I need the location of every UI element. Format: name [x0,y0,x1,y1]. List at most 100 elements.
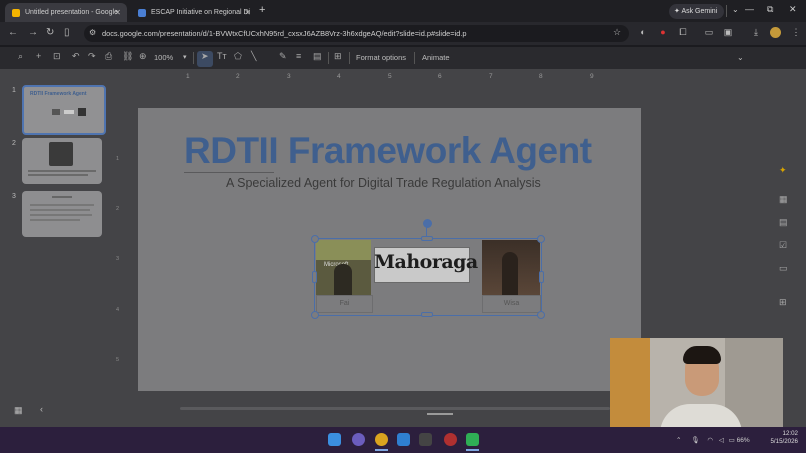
paint-format-icon[interactable]: ⛓ [122,51,133,62]
wifi-icon[interactable]: ◠ [707,437,713,444]
undo-icon[interactable]: ↶ [72,51,80,62]
ruler-number: 3 [116,256,120,262]
active-app-indicator [375,449,388,451]
print-icon[interactable]: ⎙ [105,51,112,62]
keep-icon[interactable]: ▤ [779,217,788,228]
layout-icon[interactable]: ⊡ [53,51,61,62]
slide-title[interactable]: RDTII Framework Agent [184,130,592,172]
tasks-icon[interactable]: ☑ [779,240,787,251]
windows-start-icon[interactable] [328,433,341,446]
bookmark-star-icon[interactable]: ☆ [612,27,622,37]
profile-avatar[interactable] [770,27,781,38]
thumb-text-line [28,174,88,176]
new-slide-icon[interactable]: + [36,51,41,61]
selection-box[interactable] [311,235,545,319]
border-dash-icon[interactable]: ▤ [313,51,322,62]
microphone-icon[interactable]: 🎙 [691,437,699,444]
line-app-icon[interactable] [466,433,479,446]
resize-handle[interactable] [312,271,317,283]
minimize-button[interactable]: — [745,4,754,14]
add-on-icon[interactable]: ⊞ [779,297,787,308]
image-shape-icon[interactable]: ⬠ [234,51,242,62]
ask-gemini-label: Ask Gemini [681,8,718,15]
slide-thumbnail-1[interactable]: RDTII Framework Agent [22,85,106,135]
calendar-icon[interactable]: ▦ [779,194,788,205]
slide-thumbnail-2[interactable] [22,138,102,184]
resize-handle[interactable] [537,235,545,243]
clock-date: 5/15/2026 [770,438,798,445]
site-favicon-icon [138,9,146,17]
animate-button[interactable]: Animate [422,53,450,62]
grid-view-icon[interactable]: ▦ [14,405,23,416]
thumb-title: RDTII Framework Agent [30,91,87,97]
ruler-number: 6 [438,73,442,80]
cast-icon[interactable]: ▭ [704,27,714,37]
format-options-button[interactable]: Format options [356,53,406,62]
system-clock[interactable]: 12:02 5/15/2026 [764,430,798,446]
resize-handle[interactable] [311,235,319,243]
resize-handle[interactable] [539,271,544,283]
terminal-icon[interactable] [419,433,432,446]
back-icon[interactable]: ← [8,27,18,38]
resize-handle[interactable] [421,312,433,317]
webcam-background [610,338,650,436]
side-panel-icon[interactable]: ▯ [64,27,70,38]
restore-button[interactable]: ⧉ [767,4,773,15]
extension-record-icon[interactable]: ● [658,27,668,37]
rotate-handle[interactable] [423,219,432,228]
chrome-icon[interactable] [375,433,388,446]
speaker-notes-handle[interactable] [427,413,453,415]
chrome-menu-icon[interactable]: ⋮ [791,27,801,37]
download-icon[interactable]: ⤓ [751,27,761,37]
contacts-icon[interactable]: ▭ [779,263,788,274]
text-box-icon[interactable]: Tт [217,51,227,61]
add-comment-icon[interactable]: ⊞ [334,51,342,62]
vscode-icon[interactable] [397,433,410,446]
ask-gemini-button[interactable]: ✦ Ask Gemini [669,4,724,19]
system-tray[interactable]: ⌃ 🎙 ◠ ◁ ▭ 66% [676,436,750,444]
site-info-icon[interactable]: ⚙ [89,28,96,37]
zoom-select[interactable]: 100% [154,53,173,62]
zoom-icon[interactable]: ⊕ [139,51,147,62]
select-arrow-icon[interactable]: ➤ [201,51,209,62]
border-weight-icon[interactable]: ≡ [296,51,301,61]
extension-icon[interactable]: ◐ [638,27,648,37]
new-tab-button[interactable]: + [259,4,265,16]
reload-icon[interactable]: ↻ [46,27,54,38]
chevron-up-icon[interactable]: ⌃ [676,437,681,444]
extensions-puzzle-icon[interactable]: ⧠ [678,27,688,37]
close-window-button[interactable]: ✕ [789,4,797,15]
resize-handle[interactable] [537,311,545,319]
close-tab-icon[interactable]: ✕ [114,3,121,22]
thumb-text-line [30,204,94,206]
chevron-down-icon[interactable]: ▾ [183,53,187,61]
ruler-number: 1 [186,73,190,80]
app-icon[interactable] [444,433,457,446]
url-text[interactable]: docs.google.com/presentation/d/1-BVWtxCf… [102,29,467,38]
filmstrip: 1 RDTII Framework Agent 2 3 [0,69,113,427]
redo-icon[interactable]: ↷ [88,51,96,62]
battery-percent: 66% [736,437,750,444]
line-icon[interactable]: ╲ [251,51,256,62]
slide-subtitle[interactable]: A Specialized Agent for Digital Trade Re… [226,176,541,190]
teams-icon[interactable] [352,433,365,446]
slide-thumbnail-3[interactable] [22,191,102,237]
pen-icon[interactable]: ✎ [279,51,287,62]
tab-untitled-presentation[interactable]: Untitled presentation - Google ✕ [5,3,127,22]
forward-icon[interactable]: → [28,27,38,38]
person-hair [683,346,721,364]
tab-escap-initiative[interactable]: ESCAP Initiative on Regional Di ✕ [131,3,257,22]
gemini-sparkle-icon[interactable]: ✦ [779,165,787,176]
volume-icon[interactable]: ◁ [719,437,724,444]
collapse-filmstrip-icon[interactable]: ‹ [40,404,43,414]
horizontal-scrollbar[interactable] [180,407,610,410]
battery-icon[interactable]: ▭ [729,437,735,444]
slides-icon [12,9,20,17]
tab-search-icon[interactable]: ⌄ [732,5,739,14]
close-tab-icon[interactable]: ✕ [244,3,251,22]
resize-handle[interactable] [421,236,433,241]
collapse-toolbar-icon[interactable]: ⌄ [737,53,744,62]
tab-groups-icon[interactable]: ▣ [723,27,733,37]
resize-handle[interactable] [311,311,319,319]
search-menus-icon[interactable]: ⌕ [18,51,23,62]
